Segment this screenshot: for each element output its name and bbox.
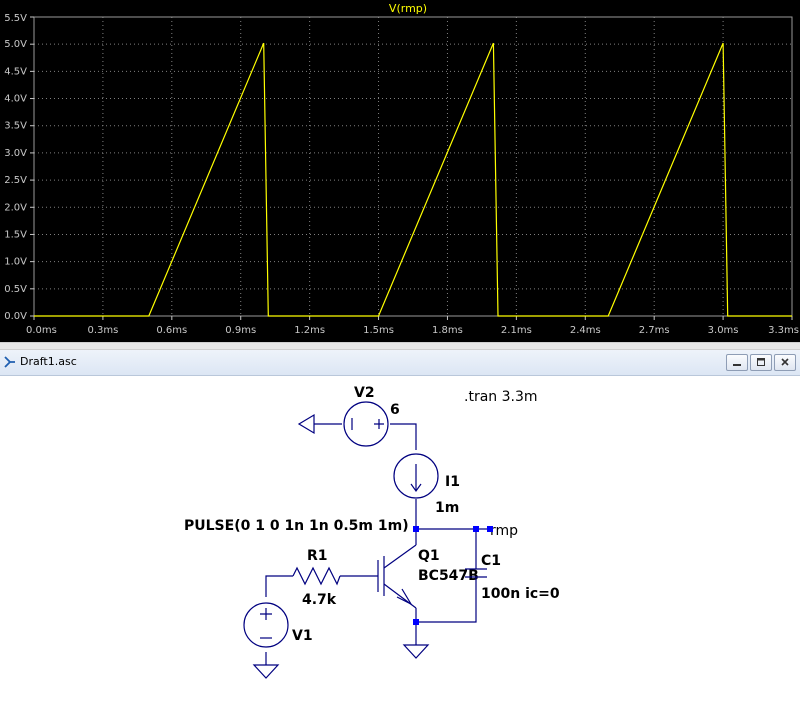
ground-icon[interactable] [297, 413, 315, 435]
voltage-source-v2[interactable] [343, 401, 389, 447]
x-tick-label: 1.5ms [363, 325, 394, 336]
plot-frame [33, 16, 793, 317]
pane-splitter[interactable] [0, 342, 800, 350]
x-tick-label: 1.8ms [432, 325, 463, 336]
voltage-source-v1[interactable] [243, 602, 289, 648]
y-tick-label: 3.0V [4, 148, 27, 159]
schematic-canvas[interactable]: V2 6 .tran 3.3m I1 1m rmp PULSE(0 1 0 1n… [0, 376, 800, 705]
y-tick-label: 4.5V [4, 66, 27, 77]
wire[interactable] [390, 423, 417, 450]
v1-value-label[interactable]: PULSE(0 1 0 1n 1n 0.5m 1m) [184, 518, 409, 534]
y-tick-label: 0.0V [4, 311, 27, 322]
c1-value-label[interactable]: 100n ic=0 [481, 586, 560, 602]
q1-value-label[interactable]: BC547B [418, 568, 479, 584]
close-button[interactable] [774, 354, 796, 371]
junction-dot [473, 526, 479, 532]
i1-name-label[interactable]: I1 [445, 474, 460, 490]
net-label-rmp[interactable]: rmp [490, 523, 518, 539]
maximize-icon [757, 358, 765, 366]
x-tick-label: 2.1ms [501, 325, 532, 336]
trace-name-label[interactable]: V(rmp) [389, 2, 427, 15]
x-tick-label: 1.2ms [294, 325, 325, 336]
plot-tick-labels: 0.0ms 0.3ms 0.6ms 0.9ms 1.2ms 1.5ms 1.8ms 2.1ms… [4, 13, 799, 336]
y-tick-label: 4.0V [4, 94, 27, 105]
ground-icon[interactable] [402, 644, 430, 659]
trace-v-rmp[interactable] [34, 42, 792, 317]
x-tick-label: 0.0ms [26, 325, 57, 336]
close-icon [781, 358, 789, 366]
r1-value-label[interactable]: 4.7k [302, 592, 337, 608]
y-tick-label: 5.0V [4, 39, 27, 50]
v2-name-label[interactable]: V2 [354, 385, 375, 401]
current-source-i1[interactable] [393, 453, 439, 499]
x-tick-label: 2.4ms [570, 325, 601, 336]
junction-dot [487, 526, 493, 532]
x-tick-label: 3.3ms [768, 325, 799, 336]
spice-directive[interactable]: .tran 3.3m [464, 389, 538, 405]
trace-layer [34, 42, 792, 317]
junction-dot [413, 526, 419, 532]
schematic-window-titlebar[interactable]: Draft1.asc [0, 350, 800, 376]
r1-name-label[interactable]: R1 [307, 548, 328, 564]
plot-grid [34, 17, 792, 316]
x-tick-label: 0.3ms [87, 325, 118, 336]
wire[interactable] [416, 585, 477, 623]
maximize-button[interactable] [750, 354, 772, 371]
transistor-q1[interactable] [377, 544, 417, 609]
minimize-button[interactable] [726, 354, 748, 371]
v2-value-label[interactable]: 6 [390, 402, 400, 418]
x-tick-label: 0.9ms [225, 325, 256, 336]
x-tick-label: 0.6ms [156, 325, 187, 336]
y-tick-label: 3.5V [4, 121, 27, 132]
schematic-window-title: Draft1.asc [20, 355, 77, 368]
y-tick-label: 5.5V [4, 13, 27, 24]
junction-dot [413, 619, 419, 625]
wire[interactable] [265, 575, 293, 597]
minimize-icon [733, 364, 741, 366]
i1-value-label[interactable]: 1m [435, 500, 459, 516]
ltspice-icon [4, 356, 15, 368]
q1-name-label[interactable]: Q1 [418, 548, 440, 564]
waveform-plot-pane[interactable]: V(rmp) 0.0ms 0.3ms 0.6ms 0.9ms 1.2ms 1.5ms 1.8… [0, 0, 800, 342]
ground-icon[interactable] [252, 664, 280, 679]
y-tick-label: 2.0V [4, 202, 27, 213]
y-tick-label: 2.5V [4, 175, 27, 186]
y-tick-label: 0.5V [4, 284, 27, 295]
x-tick-label: 2.7ms [639, 325, 670, 336]
y-tick-label: 1.5V [4, 229, 27, 240]
y-tick-label: 1.0V [4, 257, 27, 268]
schematic-drawing[interactable]: V2 6 .tran 3.3m I1 1m rmp PULSE(0 1 0 1n… [0, 376, 800, 705]
waveform-plot[interactable]: V(rmp) 0.0ms 0.3ms 0.6ms 0.9ms 1.2ms 1.5ms 1.8… [0, 0, 800, 342]
x-tick-label: 3.0ms [708, 325, 739, 336]
v1-name-label[interactable]: V1 [292, 628, 313, 644]
c1-name-label[interactable]: C1 [481, 553, 501, 569]
resistor-r1[interactable] [292, 566, 341, 586]
